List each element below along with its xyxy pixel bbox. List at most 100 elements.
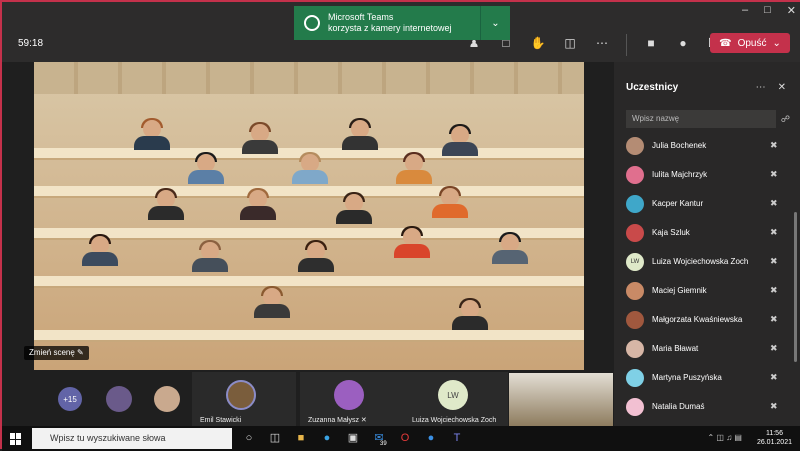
- participants-panel: Uczestnicy ⋯ ✕ Wpisz nazwę ☍ Julia Boche…: [614, 62, 800, 426]
- participant-list-item[interactable]: Martyna Puszyńska ✖: [614, 364, 794, 393]
- participant-list-item[interactable]: Natalia Dumaś ✖: [614, 393, 794, 422]
- avatar[interactable]: [154, 386, 180, 412]
- taskbar-apps: ○ ◫ ■ ● ▣ ✉ 39 O ● T: [242, 431, 464, 447]
- participant-video: [190, 240, 230, 272]
- participant-name: Maciej Giemnik: [652, 286, 707, 295]
- windows-start-icon[interactable]: [10, 433, 22, 445]
- close-panel-icon[interactable]: ✕: [778, 82, 786, 93]
- together-mode-stage: Zmień scenę ✎: [2, 62, 614, 370]
- avatar[interactable]: [106, 386, 132, 412]
- microphone-icon[interactable]: ●: [671, 32, 695, 54]
- participant-list-item[interactable]: Kacper Kantur ✖: [614, 190, 794, 219]
- mic-off-icon: ✖: [770, 256, 778, 266]
- participant-video: [450, 298, 490, 330]
- phone-hangup-icon: ☎: [719, 37, 732, 49]
- teams-icon[interactable]: T: [450, 431, 464, 445]
- windows-taskbar: Wpisz tu wyszukiwane słowa ○ ◫ ■ ● ▣ ✉ 39…: [2, 426, 800, 451]
- seat-row: [34, 276, 584, 288]
- avatar: [626, 137, 644, 155]
- leave-button[interactable]: ☎ Opuść ⌄: [710, 33, 790, 53]
- edge-chromium-icon[interactable]: ●: [424, 431, 438, 445]
- participant-video: [146, 188, 186, 220]
- opera-icon[interactable]: O: [398, 431, 412, 445]
- avatar-initials: LW: [438, 380, 468, 410]
- participant-list-item[interactable]: LW Luiza Wojciechowska Zoch ✖: [614, 248, 794, 277]
- participant-tile-name-text: Zuzanna Małysz: [308, 417, 359, 424]
- participant-name: Julia Bochenek: [652, 141, 707, 150]
- participant-tile-name: Luiza Wojciechowska Zoch: [412, 417, 497, 424]
- participant-video: [392, 226, 432, 258]
- participant-tile[interactable]: LW Luiza Wojciechowska Zoch: [404, 372, 508, 428]
- participant-search-input[interactable]: Wpisz nazwę: [626, 110, 776, 128]
- participant-video: [334, 192, 374, 224]
- taskbar-clock[interactable]: 11:56 26.01.2021: [757, 429, 792, 447]
- toast-text: Microsoft Teams korzysta z kamery intern…: [328, 12, 478, 34]
- maximize-icon[interactable]: □: [764, 4, 771, 17]
- toast-message: korzysta z kamery internetowej: [328, 23, 452, 33]
- participant-list: Julia Bochenek ✖ Iulita Majchrzyk ✖ Kacper K…: [614, 132, 794, 422]
- avatar: [626, 282, 644, 300]
- file-explorer-icon[interactable]: ■: [294, 431, 308, 445]
- change-scene-button[interactable]: Zmień scenę ✎: [24, 346, 89, 360]
- cortana-icon[interactable]: ○: [242, 431, 256, 445]
- participant-video: [490, 232, 530, 264]
- participant-list-item[interactable]: Małgorzata Kwaśniewska ✖: [614, 306, 794, 335]
- participant-tile[interactable]: Zuzanna Małysz ✕: [300, 372, 404, 428]
- breakout-rooms-icon[interactable]: ◫: [558, 32, 582, 54]
- share-invite-icon[interactable]: ☍: [781, 114, 790, 125]
- avatar: [626, 369, 644, 387]
- toast-app-name: Microsoft Teams: [328, 12, 394, 22]
- mail-icon[interactable]: ✉ 39: [372, 431, 386, 447]
- edge-icon[interactable]: ●: [320, 431, 334, 445]
- mic-off-icon: ✖: [770, 372, 778, 382]
- mic-off-icon: ✖: [770, 343, 778, 353]
- taskbar-search-input[interactable]: Wpisz tu wyszukiwane słowa: [32, 428, 232, 449]
- task-view-icon[interactable]: ◫: [268, 431, 282, 445]
- avatar: [334, 380, 364, 410]
- participant-name: Natalia Dumaś: [652, 402, 705, 411]
- participant-video: [80, 234, 120, 266]
- participant-name: Martyna Puszyńska: [652, 373, 722, 382]
- self-video-preview: [509, 373, 613, 427]
- scrollbar[interactable]: [794, 212, 797, 362]
- teams-window: – □ ✕ 59:18 ♟ □ ✋ ◫ ⋯ ■ ● ⌧ ☎ Opuść ⌄ Mi…: [0, 0, 800, 451]
- window-controls: – □ ✕: [742, 4, 796, 17]
- participant-video: [252, 286, 292, 318]
- participant-video: [394, 152, 434, 184]
- chevron-down-icon[interactable]: ⌄: [772, 38, 780, 49]
- camera-icon[interactable]: ■: [639, 32, 663, 54]
- overflow-participants-count[interactable]: +15: [58, 387, 82, 411]
- webcam-icon: [304, 15, 320, 31]
- participant-list-item[interactable]: Iulita Majchrzyk ✖: [614, 161, 794, 190]
- participant-list-item[interactable]: Julia Bochenek ✖: [614, 132, 794, 161]
- toast-expand-icon[interactable]: ⌄: [480, 6, 510, 40]
- participant-list-item[interactable]: Maciej Giemnik ✖: [614, 277, 794, 306]
- participant-list-item[interactable]: Kaja Szluk ✖: [614, 219, 794, 248]
- more-actions-icon[interactable]: ⋯: [590, 32, 614, 54]
- close-icon[interactable]: ✕: [787, 4, 796, 17]
- participant-video: [238, 188, 278, 220]
- avatar: LW: [626, 253, 644, 271]
- mic-off-icon: ✖: [770, 314, 778, 324]
- participant-video: [440, 124, 480, 156]
- seat-row: [34, 330, 584, 342]
- raise-hand-icon[interactable]: ✋: [526, 32, 550, 54]
- minimize-icon[interactable]: –: [742, 4, 748, 17]
- avatar: [626, 166, 644, 184]
- participant-name: Luiza Wojciechowska Zoch: [652, 257, 749, 266]
- store-icon[interactable]: ▣: [346, 431, 360, 445]
- participant-name: Kacper Kantur: [652, 199, 704, 208]
- camera-in-use-toast[interactable]: Microsoft Teams korzysta z kamery intern…: [294, 6, 510, 40]
- participant-name: Małgorzata Kwaśniewska: [652, 315, 743, 324]
- participant-name: Kaja Szluk: [652, 228, 690, 237]
- participant-tile[interactable]: Emil Stawicki: [192, 372, 296, 428]
- mic-off-icon: ✕: [360, 417, 367, 424]
- participant-list-item[interactable]: Maria Bławat ✖: [614, 335, 794, 364]
- auditorium-ceiling: [34, 62, 584, 94]
- more-options-icon[interactable]: ⋯: [756, 82, 766, 93]
- system-tray[interactable]: ⌃ ◫ ♫ ▤: [708, 433, 743, 442]
- mic-off-icon: ✖: [770, 401, 778, 411]
- auditorium-scene: [34, 62, 584, 370]
- leave-label: Opuść: [737, 37, 767, 49]
- meeting-timer: 59:18: [18, 38, 44, 49]
